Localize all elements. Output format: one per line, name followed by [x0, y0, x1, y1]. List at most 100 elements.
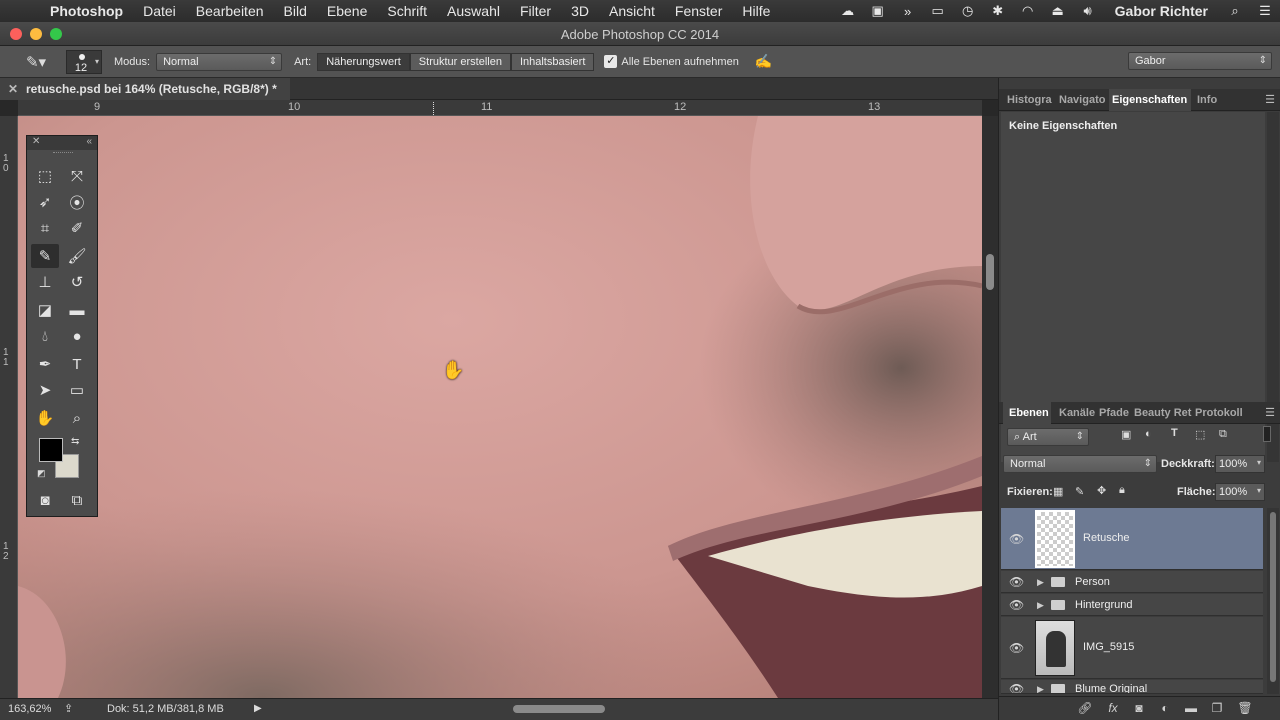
panel-menu-icon[interactable]: ☰: [1265, 93, 1275, 106]
sample-all-layers-checkbox[interactable]: ✓: [604, 55, 618, 68]
layers-scrollbar[interactable]: [1267, 508, 1279, 694]
crop-tool-icon[interactable]: ⌗: [31, 216, 59, 240]
dodge-tool-icon[interactable]: ●: [63, 324, 91, 348]
zoom-tool-icon[interactable]: ⌕: [63, 406, 91, 430]
tab-kanaele[interactable]: Kanäle: [1059, 402, 1099, 424]
pressure-size-icon[interactable]: ✍: [755, 53, 772, 70]
display-icon[interactable]: ▣: [863, 3, 893, 19]
eject-icon[interactable]: ⏏: [1043, 3, 1073, 19]
fill-chevron-icon[interactable]: ▾: [1257, 486, 1261, 495]
canvas-vertical-scrollbar[interactable]: [982, 116, 998, 698]
lasso-tool-icon[interactable]: ➶: [31, 190, 59, 214]
tab-histogramm[interactable]: Histogra: [1007, 89, 1057, 111]
quick-mask-icon[interactable]: ◙: [31, 488, 59, 512]
lock-position-icon[interactable]: ✥: [1097, 484, 1106, 497]
layers-panel-menu-icon[interactable]: ☰: [1265, 406, 1275, 419]
default-colors-icon[interactable]: ◩: [37, 468, 46, 479]
document-canvas[interactable]: ✋: [18, 116, 982, 698]
layer-row-person[interactable]: 👁︎ ▶ Person: [1001, 571, 1263, 593]
layer-row-retusche[interactable]: 👁︎ Retusche: [1001, 508, 1263, 570]
volume-icon[interactable]: 🔊︎: [1073, 3, 1103, 19]
visibility-eye-icon[interactable]: 👁︎: [1009, 575, 1024, 589]
visibility-eye-icon[interactable]: 👁︎: [1009, 598, 1024, 612]
user-name[interactable]: Gabor Richter: [1103, 3, 1220, 19]
menu-filter[interactable]: Filter: [510, 3, 561, 19]
swap-colors-icon[interactable]: ⇆: [71, 436, 79, 447]
menu-ebene[interactable]: Ebene: [317, 3, 377, 19]
filter-toggle-switch[interactable]: [1263, 426, 1271, 442]
tab-ebenen[interactable]: Ebenen: [1003, 402, 1051, 424]
quick-selection-tool-icon[interactable]: ⦿: [63, 190, 91, 214]
filter-type-layers-icon[interactable]: T: [1171, 427, 1178, 439]
tab-navigator[interactable]: Navigato: [1059, 89, 1109, 111]
filter-pixel-layers-icon[interactable]: ▣: [1121, 428, 1131, 441]
eyedropper-tool-icon[interactable]: ✐: [63, 216, 91, 240]
layers-scrollbar-thumb[interactable]: [1270, 512, 1276, 682]
layer-filter-dropdown[interactable]: ⌕ Art: [1007, 428, 1089, 446]
add-mask-icon[interactable]: ◙: [1127, 701, 1151, 715]
close-panel-icon[interactable]: ✕: [32, 136, 40, 147]
healing-brush-tool-preset-icon[interactable]: ✎▾: [14, 50, 58, 74]
rectangular-marquee-tool-icon[interactable]: ⬚: [31, 164, 59, 188]
menu-hilfe[interactable]: Hilfe: [732, 3, 780, 19]
delete-layer-icon[interactable]: 🗑︎: [1233, 701, 1257, 715]
workspace-dropdown[interactable]: Gabor: [1128, 52, 1272, 70]
spotlight-search-icon[interactable]: ⌕: [1220, 3, 1250, 19]
opacity-input[interactable]: 100% ▾: [1215, 455, 1265, 473]
foreground-color-swatch[interactable]: [39, 438, 63, 462]
layer-row-img-5915[interactable]: 👁︎ IMG_5915: [1001, 617, 1263, 679]
visibility-eye-icon[interactable]: 👁︎: [1009, 641, 1024, 655]
path-selection-tool-icon[interactable]: ➤: [31, 378, 59, 402]
vertical-scrollbar-thumb[interactable]: [986, 254, 994, 290]
lock-pixels-icon[interactable]: ✎: [1075, 485, 1084, 498]
type-option-inhaltsbasiert[interactable]: Inhaltsbasiert: [510, 52, 595, 71]
lock-transparency-icon[interactable]: ▦: [1053, 485, 1063, 498]
brush-tool-icon[interactable]: 🖌︎: [63, 244, 91, 268]
notification-center-icon[interactable]: ☰: [1250, 3, 1280, 19]
expand-group-icon[interactable]: ▶: [1037, 577, 1044, 588]
menu-datei[interactable]: Datei: [133, 3, 186, 19]
menu-bild[interactable]: Bild: [274, 3, 317, 19]
zoom-level[interactable]: 163,62%: [8, 703, 51, 715]
filter-smart-objects-icon[interactable]: ⧉: [1219, 428, 1227, 441]
visibility-eye-icon[interactable]: 👁︎: [1009, 682, 1024, 693]
tab-protokoll[interactable]: Protokoll: [1195, 402, 1245, 424]
filter-adjustment-layers-icon[interactable]: ◐: [1145, 428, 1152, 440]
mode-dropdown[interactable]: Normal: [156, 52, 283, 71]
adjustment-layer-icon[interactable]: ◐: [1153, 701, 1177, 715]
menu-app[interactable]: Photoshop: [40, 3, 133, 19]
cloud-icon[interactable]: ☁: [833, 3, 863, 19]
layer-row-blume-original[interactable]: 👁︎ ▶ Blume Original: [1001, 680, 1263, 694]
new-layer-icon[interactable]: ❐: [1205, 701, 1229, 715]
share-icon[interactable]: ⇪: [64, 702, 73, 715]
move-tool-icon[interactable]: ⤧: [63, 164, 91, 188]
lock-all-icon[interactable]: 🔒︎: [1119, 484, 1125, 497]
eraser-tool-icon[interactable]: ◪: [31, 298, 59, 322]
menu-fenster[interactable]: Fenster: [665, 3, 732, 19]
clone-stamp-tool-icon[interactable]: ⊥: [31, 270, 59, 294]
type-tool-icon[interactable]: T: [63, 352, 91, 376]
tab-beauty-retusche[interactable]: Beauty Ret: [1134, 402, 1192, 424]
filter-shape-layers-icon[interactable]: ⬚: [1195, 428, 1205, 441]
wifi-icon[interactable]: ◠: [1013, 3, 1043, 19]
status-menu-arrow-icon[interactable]: ▶: [254, 703, 262, 714]
screen-mode-icon[interactable]: ⧉: [63, 488, 91, 512]
menu-bearbeiten[interactable]: Bearbeiten: [186, 3, 274, 19]
sample-all-layers-label[interactable]: Alle Ebenen aufnehmen: [621, 56, 738, 68]
expand-group-icon[interactable]: ▶: [1037, 600, 1044, 611]
expand-group-icon[interactable]: ▶: [1037, 684, 1044, 693]
horizontal-scrollbar-thumb[interactable]: [513, 705, 605, 713]
airplay-icon[interactable]: ▭: [923, 3, 953, 19]
tools-panel-header[interactable]: ✕ «: [27, 136, 97, 150]
blend-mode-dropdown[interactable]: Normal: [1003, 455, 1157, 473]
fill-input[interactable]: 100% ▾: [1215, 483, 1265, 501]
menu-3d[interactable]: 3D: [561, 3, 599, 19]
history-brush-tool-icon[interactable]: ↺: [63, 270, 91, 294]
gradient-tool-icon[interactable]: ▬: [63, 298, 91, 322]
type-option-naeherungswert[interactable]: Näherungswert: [317, 52, 410, 71]
rectangle-tool-icon[interactable]: ▭: [63, 378, 91, 402]
forward-icon[interactable]: »: [893, 4, 923, 19]
hand-tool-icon[interactable]: ✋: [31, 406, 59, 430]
blur-tool-icon[interactable]: 💧︎: [31, 324, 59, 348]
link-layers-icon[interactable]: 🔗︎: [1073, 701, 1097, 715]
